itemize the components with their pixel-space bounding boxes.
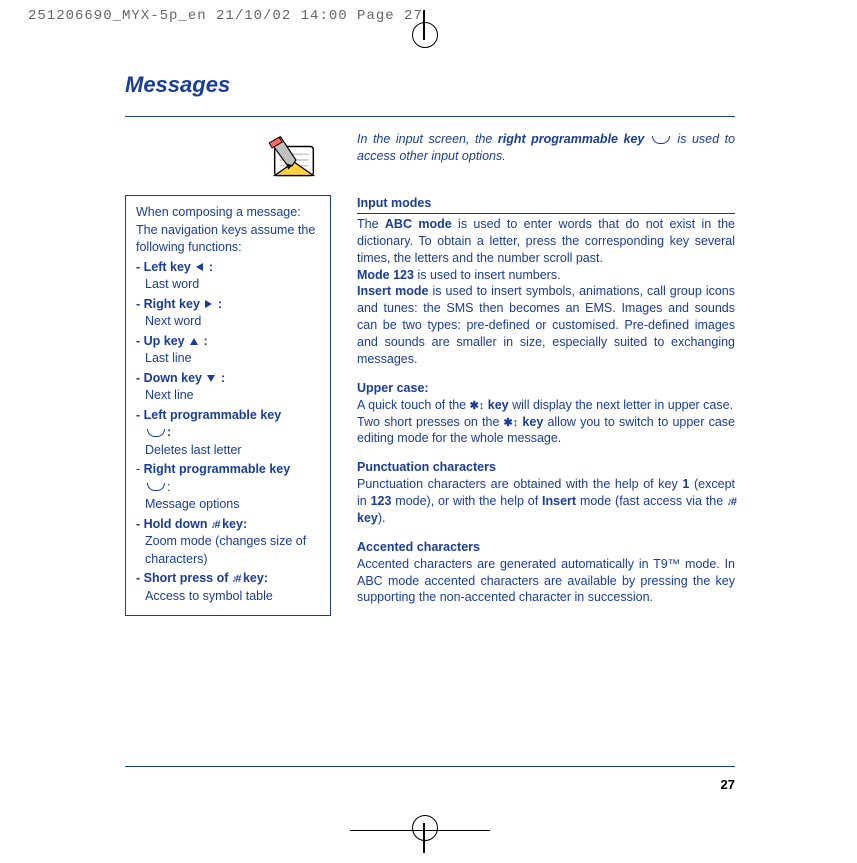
page-icon-cell [125, 131, 331, 189]
star-key-icon: ✱↕ [504, 417, 519, 429]
mode123-line: Mode 123 is used to insert numbers. [357, 267, 735, 284]
hash-key-icon: ♪# [727, 496, 735, 508]
accent-heading: Accented characters [357, 539, 735, 556]
print-header-info: 251206690_MYX-5p_en 21/10/02 14:00 Page … [28, 8, 423, 24]
right-key-label: - Right key [136, 297, 200, 311]
right-key-desc: Next word [136, 313, 320, 331]
left-prog-label: - Left programmable key [136, 408, 281, 422]
crop-mark-bottom [400, 803, 450, 853]
t: 123 [371, 494, 392, 508]
intro-text: In the input screen, the right programma… [357, 131, 735, 189]
compose-message-icon [265, 131, 323, 189]
sidebar-item-right-prog: - Right programmable key : Message optio… [136, 461, 320, 514]
page-title: Messages [125, 72, 735, 98]
up-key-label: - Up key [136, 334, 185, 348]
intro-key: right programmable key [498, 132, 645, 146]
page-number: 27 [125, 777, 735, 792]
page-footer: 27 [125, 766, 735, 792]
short-key: key: [239, 571, 268, 585]
right-prog-dash: - [136, 462, 144, 476]
footer-rule [125, 766, 735, 767]
arrow-down-icon [207, 375, 215, 382]
sidebar-item-up: - Up key : Last line [136, 333, 320, 368]
upper-heading: Upper case: [357, 380, 735, 397]
content-row: When composing a message: The navigation… [125, 195, 735, 616]
left-key-desc: Last word [136, 276, 320, 294]
sidebar-item-left: - Left key : Last word [136, 259, 320, 294]
t: mode), or with the help of [391, 494, 542, 508]
down-key-colon: : [217, 371, 225, 385]
punct-heading: Punctuation characters [357, 459, 735, 476]
accent-p: Accented characters are generated automa… [357, 556, 735, 607]
input-modes-heading: Input modes [357, 195, 735, 214]
sidebar-box: When composing a message: The navigation… [125, 195, 331, 616]
t: key [484, 398, 508, 412]
t: mode (fast access via the [576, 494, 727, 508]
t: key [518, 415, 543, 429]
short-label: - Short press of [136, 571, 228, 585]
up-key-desc: Last line [136, 350, 320, 368]
punct-p: Punctuation characters are obtained with… [357, 476, 735, 527]
title-rule [125, 116, 735, 117]
upper-p2: Two short presses on the ✱↕ key allow yo… [357, 414, 735, 448]
star-key-icon: ✱↕ [470, 400, 485, 412]
down-key-label: - Down key [136, 371, 202, 385]
right-key-colon: : [214, 297, 222, 311]
arrow-right-icon [205, 300, 212, 308]
t: A quick touch of the [357, 398, 470, 412]
sidebar-item-hold: - Hold down ♪# key: Zoom mode (changes s… [136, 516, 320, 569]
arrow-up-icon [190, 338, 198, 345]
t: Insert [542, 494, 576, 508]
right-prog-colon: : [167, 480, 170, 494]
right-prog-desc: Message options [136, 496, 320, 514]
sidebar-item-short: - Short press of ♪# key: Access to symbo… [136, 570, 320, 605]
short-desc: Access to symbol table [136, 588, 320, 606]
sidebar-intro: When composing a message: The navigation… [136, 204, 320, 257]
input-modes-p1: The ABC mode is used to enter words that… [357, 216, 735, 267]
intro-pre: In the input screen, the [357, 132, 498, 146]
hold-desc: Zoom mode (changes size of characters) [136, 533, 320, 568]
softkey-icon [652, 136, 670, 144]
arrow-left-icon [196, 263, 203, 271]
insert-mode: Insert mode [357, 284, 428, 298]
mode-123: Mode 123 [357, 268, 414, 282]
left-prog-colon: : [167, 425, 171, 439]
softkey-icon [147, 429, 165, 437]
main-content: Input modes The ABC mode is used to ente… [357, 195, 735, 606]
t: key [357, 511, 378, 525]
insert-mode-line: Insert mode is used to insert symbols, a… [357, 283, 735, 367]
t: Punctuation characters are obtained with… [357, 477, 682, 491]
down-key-desc: Next line [136, 387, 320, 405]
t: The [357, 217, 385, 231]
t: is used to insert numbers. [414, 268, 561, 282]
page-content: Messages In the input screen, the right … [125, 72, 735, 616]
sidebar-item-right: - Right key : Next word [136, 296, 320, 331]
left-key-colon: : [205, 260, 213, 274]
t: will display the next letter in upper ca… [509, 398, 733, 412]
hold-key: key: [219, 517, 248, 531]
hold-label: - Hold down [136, 517, 208, 531]
sidebar-item-down: - Down key : Next line [136, 370, 320, 405]
t: Two short presses on the [357, 415, 504, 429]
left-key-label: - Left key [136, 260, 191, 274]
crop-mark-top [400, 10, 450, 60]
up-key-colon: : [200, 334, 208, 348]
abc-mode: ABC mode [385, 217, 452, 231]
hash-key-icon: ♪# [211, 519, 219, 531]
upper-p1: A quick touch of the ✱↕ key will display… [357, 397, 735, 414]
sidebar-item-left-prog: - Left programmable key : Deletes last l… [136, 407, 320, 460]
left-prog-desc: Deletes last letter [136, 442, 320, 460]
t: ). [378, 511, 386, 525]
top-row: In the input screen, the right programma… [125, 131, 735, 189]
softkey-icon [147, 483, 165, 491]
right-prog-label: Right programmable key [144, 462, 291, 476]
